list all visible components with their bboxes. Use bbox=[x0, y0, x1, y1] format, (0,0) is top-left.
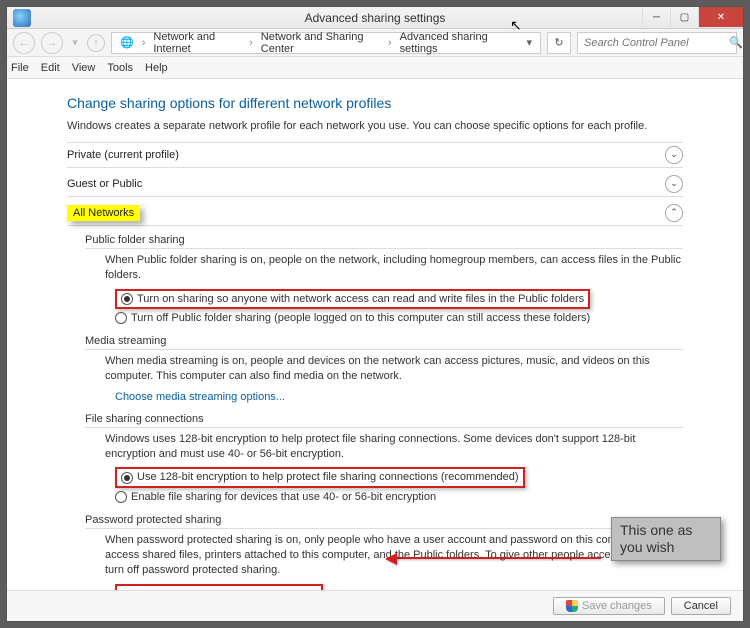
window-frame: Advanced sharing settings ─ ▢ ✕ ↖ ← → ▾ … bbox=[6, 6, 744, 622]
menu-edit[interactable]: Edit bbox=[41, 62, 60, 74]
breadcrumb-item[interactable]: Advanced sharing settings bbox=[396, 31, 515, 55]
profile-private[interactable]: Private (current profile) ⌄ bbox=[67, 142, 683, 168]
radio-public-on[interactable] bbox=[121, 293, 133, 305]
profile-all-networks[interactable]: All Networks ⌃ bbox=[67, 201, 683, 226]
section-media-desc: When media streaming is on, people and d… bbox=[105, 355, 650, 382]
highlight-red-box: Use 128-bit encryption to help protect f… bbox=[115, 467, 525, 488]
save-changes-button[interactable]: Save changes bbox=[553, 597, 665, 615]
radio-public-on-label: Turn on sharing so anyone with network a… bbox=[137, 292, 584, 307]
radio-4056bit[interactable] bbox=[115, 491, 127, 503]
maximize-button[interactable]: ▢ bbox=[670, 7, 698, 27]
profile-guest-label: Guest or Public bbox=[67, 178, 142, 190]
nav-back-button[interactable]: ← bbox=[13, 32, 35, 54]
close-button[interactable]: ✕ bbox=[698, 7, 743, 27]
annotation-callout: This one as you wish bbox=[611, 517, 721, 561]
shield-icon bbox=[566, 600, 578, 612]
highlight-red-box: Turn on sharing so anyone with network a… bbox=[115, 289, 590, 310]
page-description: Windows creates a separate network profi… bbox=[67, 119, 683, 134]
nav-forward-button[interactable]: → bbox=[41, 32, 63, 54]
footer: Save changes Cancel bbox=[7, 590, 743, 621]
profile-guest-public[interactable]: Guest or Public ⌄ bbox=[67, 172, 683, 197]
save-label: Save changes bbox=[582, 600, 652, 612]
menu-file[interactable]: File bbox=[11, 62, 29, 74]
control-panel-icon: 🌐 bbox=[116, 36, 138, 49]
content-area: Change sharing options for different net… bbox=[7, 79, 743, 621]
nav-toolbar: ← → ▾ ↑ 🌐 › Network and Internet › Netwo… bbox=[7, 29, 743, 57]
chevron-down-icon[interactable]: ▾ bbox=[522, 36, 536, 49]
search-input[interactable] bbox=[582, 36, 729, 50]
chevron-down-icon[interactable]: ⌄ bbox=[665, 175, 683, 193]
section-media-title: Media streaming bbox=[85, 333, 683, 350]
refresh-button[interactable]: ↻ bbox=[547, 32, 571, 54]
menu-tools[interactable]: Tools bbox=[107, 62, 133, 74]
section-filesharing-title: File sharing connections bbox=[85, 411, 683, 428]
radio-128bit-label: Use 128-bit encryption to help protect f… bbox=[137, 470, 519, 485]
minimize-button[interactable]: ─ bbox=[642, 7, 670, 27]
menubar: File Edit View Tools Help bbox=[7, 57, 743, 79]
app-icon bbox=[13, 9, 31, 27]
profile-private-label: Private (current profile) bbox=[67, 149, 179, 161]
search-icon: 🔍 bbox=[729, 36, 743, 49]
annotation-arrowhead-icon bbox=[385, 553, 397, 565]
section-public-folder-desc: When Public folder sharing is on, people… bbox=[105, 254, 681, 281]
section-filesharing-desc: Windows uses 128-bit encryption to help … bbox=[105, 433, 635, 460]
chevron-down-icon[interactable]: ⌄ bbox=[665, 146, 683, 164]
page-title: Change sharing options for different net… bbox=[67, 95, 683, 111]
cancel-button[interactable]: Cancel bbox=[671, 597, 731, 615]
nav-up-button[interactable]: ↑ bbox=[87, 34, 105, 52]
search-box[interactable]: 🔍 bbox=[577, 32, 737, 54]
section-public-folder-title: Public folder sharing bbox=[85, 232, 683, 249]
breadcrumb-item[interactable]: Network and Internet bbox=[149, 31, 245, 55]
media-streaming-link[interactable]: Choose media streaming options... bbox=[115, 391, 285, 403]
cancel-label: Cancel bbox=[684, 600, 718, 612]
annotation-arrow bbox=[393, 557, 601, 559]
section-password-title: Password protected sharing bbox=[85, 512, 683, 529]
radio-public-off[interactable] bbox=[115, 312, 127, 324]
breadcrumb[interactable]: 🌐 › Network and Internet › Network and S… bbox=[111, 32, 541, 54]
radio-public-off-label: Turn off Public folder sharing (people l… bbox=[131, 311, 590, 326]
radio-4056bit-label: Enable file sharing for devices that use… bbox=[131, 490, 436, 505]
nav-history-dropdown[interactable]: ▾ bbox=[69, 32, 81, 54]
breadcrumb-item[interactable]: Network and Sharing Center bbox=[257, 31, 384, 55]
profile-all-label: All Networks bbox=[67, 205, 140, 221]
titlebar[interactable]: Advanced sharing settings ─ ▢ ✕ ↖ bbox=[7, 7, 743, 29]
menu-view[interactable]: View bbox=[72, 62, 96, 74]
menu-help[interactable]: Help bbox=[145, 62, 168, 74]
radio-128bit[interactable] bbox=[121, 472, 133, 484]
chevron-up-icon[interactable]: ⌃ bbox=[665, 204, 683, 222]
window-title: Advanced sharing settings bbox=[305, 11, 446, 25]
